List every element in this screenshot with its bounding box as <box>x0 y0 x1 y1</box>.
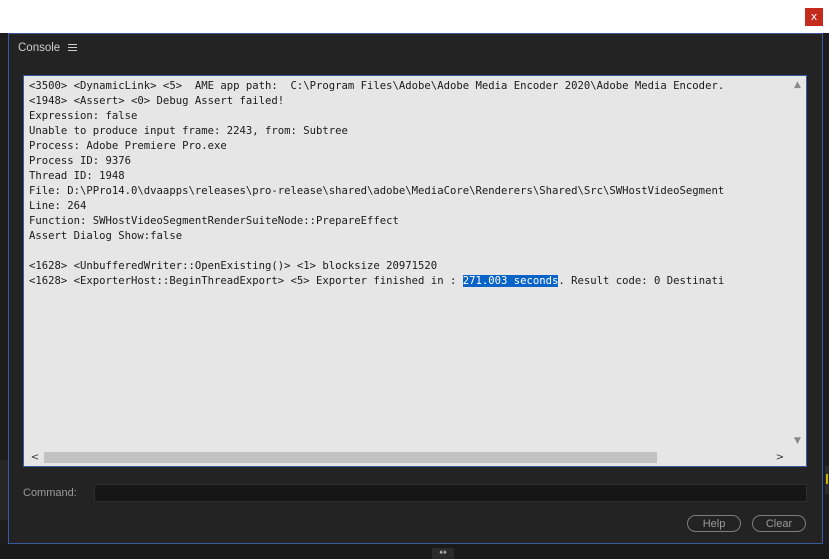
console-output-text: <3500> <DynamicLink> <5> AME app path: C… <box>29 79 789 449</box>
console-line: File: D:\PPro14.0\dvaapps\releases\pro-r… <box>29 185 725 197</box>
console-line: Process: Adobe Premiere Pro.exe <box>29 140 227 152</box>
close-button[interactable]: x <box>805 8 823 26</box>
console-line: <1628> <ExporterHost::BeginThreadExport>… <box>29 274 789 289</box>
help-button[interactable]: Help <box>687 515 741 532</box>
console-panel: Console <3500> <DynamicLink> <5> AME app… <box>8 33 823 544</box>
background-panel-edge <box>0 460 8 520</box>
scroll-down-icon[interactable]: ▼ <box>789 434 806 448</box>
console-output[interactable]: <3500> <DynamicLink> <5> AME app path: C… <box>23 75 807 467</box>
vertical-scrollbar[interactable]: ▲ ▼ <box>789 76 806 450</box>
scroll-right-icon[interactable]: > <box>772 449 788 466</box>
horizontal-scroll-thumb[interactable] <box>44 452 657 463</box>
background-panel-edge-right <box>825 466 829 494</box>
console-line: Thread ID: 1948 <box>29 170 125 182</box>
console-line: Line: 264 <box>29 200 87 212</box>
console-line: Assert Dialog Show:false <box>29 230 183 242</box>
console-line: <3500> <DynamicLink> <5> AME app path: C… <box>29 80 725 92</box>
clear-button[interactable]: Clear <box>752 515 806 532</box>
panel-title: Console <box>18 42 61 54</box>
hamburger-menu-icon[interactable] <box>68 44 78 52</box>
console-line-suffix: . Result code: 0 Destinati <box>558 275 725 287</box>
console-line-prefix: <1628> <ExporterHost::BeginThreadExport>… <box>29 275 463 287</box>
console-window: x Console <3500> <DynamicLink> <5> AME a… <box>0 0 829 559</box>
console-line: Unable to produce input frame: 2243, fro… <box>29 125 348 137</box>
command-input[interactable] <box>94 484 807 502</box>
command-label: Command: <box>23 487 77 499</box>
console-line: <1948> <Assert> <0> Debug Assert failed! <box>29 95 285 107</box>
console-line: <1628> <UnbufferedWriter::OpenExisting()… <box>29 260 438 272</box>
console-line: Process ID: 9376 <box>29 155 132 167</box>
selected-text-highlight[interactable]: 271.003 seconds <box>462 275 559 287</box>
title-bar: x <box>0 0 829 33</box>
resize-arrows-icon[interactable]: ↔ <box>432 548 454 559</box>
horizontal-scrollbar[interactable]: < > <box>24 449 806 466</box>
panel-header: Console <box>18 40 78 56</box>
background-timeline-strip <box>0 544 829 559</box>
scroll-left-icon[interactable]: < <box>27 449 43 466</box>
scroll-up-icon[interactable]: ▲ <box>789 78 806 92</box>
console-line: Expression: false <box>29 110 138 122</box>
console-line: Function: SWHostVideoSegmentRenderSuiteN… <box>29 215 399 227</box>
close-icon: x <box>810 10 818 23</box>
